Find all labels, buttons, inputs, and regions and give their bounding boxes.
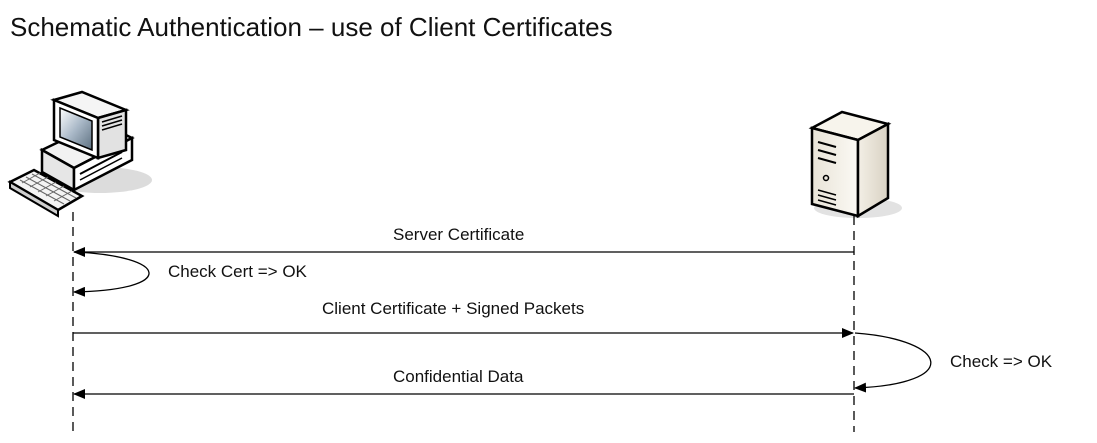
confidential-data-label: Confidential Data <box>393 367 524 386</box>
check-cert-label: Check Cert => OK <box>168 262 307 281</box>
check-label: Check => OK <box>950 352 1053 371</box>
sequence-diagram <box>7 90 932 432</box>
check-cert-self-arrow <box>73 251 150 297</box>
server-certificate-label: Server Certificate <box>393 225 525 244</box>
tower-server-icon <box>808 110 902 219</box>
desktop-computer-icon <box>7 90 152 218</box>
client-certificate-label: Client Certificate + Signed Packets <box>322 299 585 318</box>
check-self-arrow <box>854 332 932 393</box>
